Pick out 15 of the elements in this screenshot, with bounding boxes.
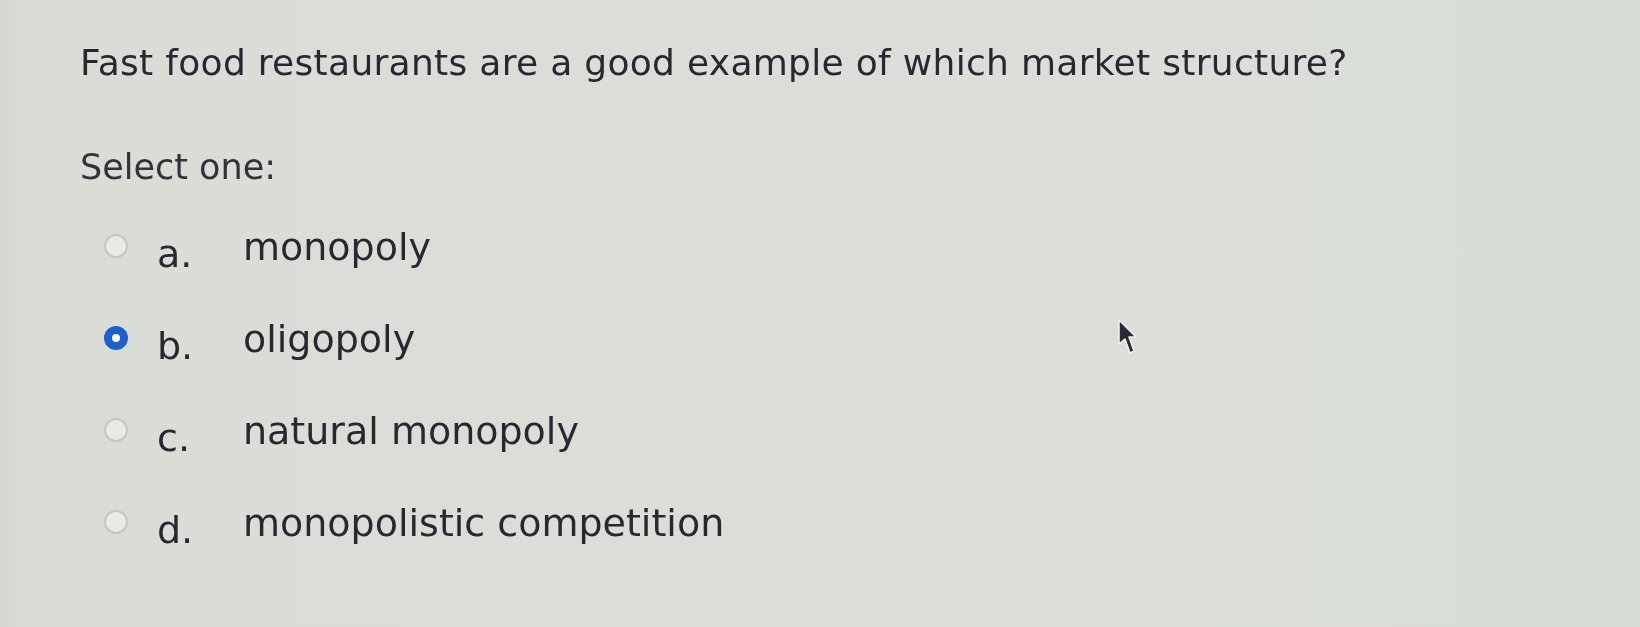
- instruction-text: Select one:: [80, 146, 277, 189]
- mouse-pointer-icon: [1117, 318, 1137, 356]
- option-letter: b.: [157, 323, 195, 370]
- option-letter: c.: [157, 415, 191, 462]
- radio-button[interactable]: [104, 326, 128, 350]
- radio-button[interactable]: [104, 418, 128, 442]
- option-label[interactable]: natural monopoly: [243, 407, 579, 455]
- option-letter: a.: [157, 231, 194, 278]
- option-label[interactable]: monopolistic competition: [243, 499, 725, 547]
- radio-button[interactable]: [104, 234, 128, 258]
- radio-button[interactable]: [104, 510, 128, 534]
- option-label[interactable]: oligopoly: [243, 315, 416, 363]
- option-label[interactable]: monopoly: [243, 223, 431, 271]
- question-text: Fast food restaurants are a good example of which market structure?: [80, 41, 1348, 85]
- option-letter: d.: [157, 507, 195, 554]
